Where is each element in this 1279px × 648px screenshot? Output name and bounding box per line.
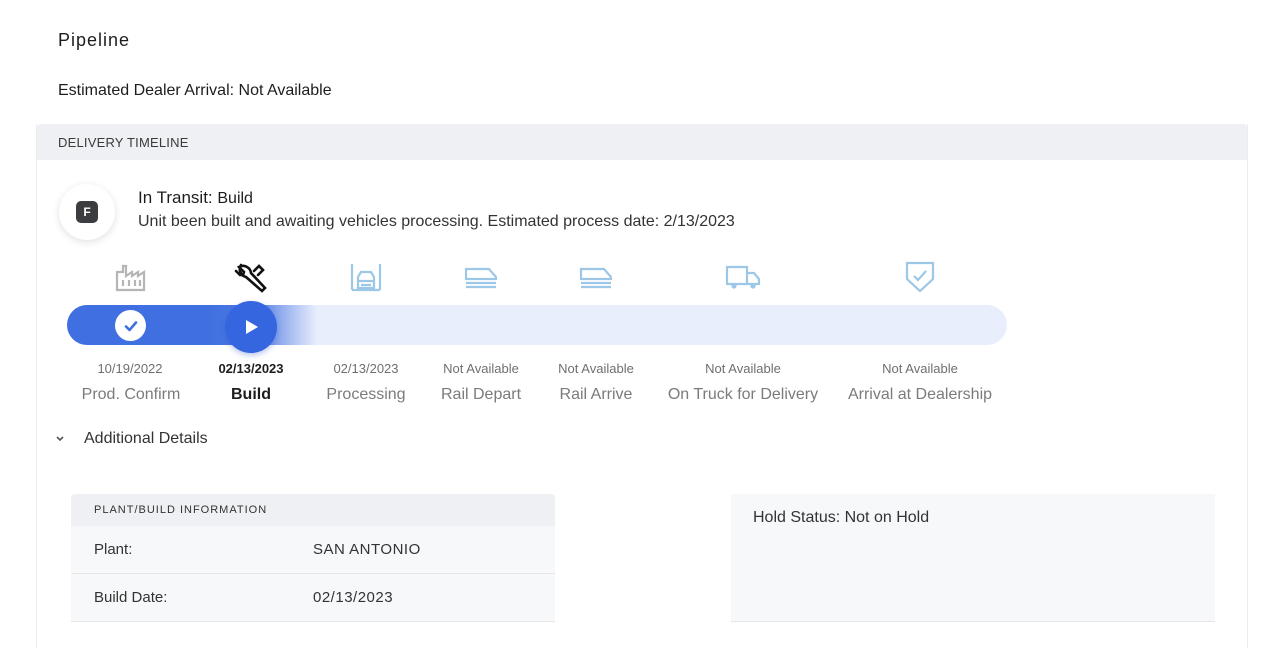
build-date-value: 02/13/2023	[313, 589, 394, 606]
chevron-down-icon	[53, 435, 67, 443]
additional-details-toggle[interactable]: Additional Details	[53, 430, 208, 448]
status-title: In Transit: Build	[138, 188, 253, 208]
truck-icon	[723, 260, 763, 294]
plant-row: Plant: SAN ANTONIO	[71, 526, 555, 574]
progress-track	[67, 305, 1007, 345]
factory-icon	[111, 260, 151, 294]
plant-build-information-header: PLANT/BUILD INFORMATION	[71, 494, 555, 526]
additional-details-label: Additional Details	[84, 430, 208, 447]
step-date-on-truck: Not Available	[705, 361, 781, 376]
status-avatar-letter: F	[76, 201, 98, 223]
status-title-sub: Build	[217, 190, 253, 207]
play-icon	[246, 320, 258, 334]
plant-value: SAN ANTONIO	[313, 541, 421, 558]
rail-depart-icon	[461, 260, 501, 294]
check-icon	[124, 320, 137, 331]
status-title-main: In Transit:	[138, 188, 213, 207]
delivery-timeline-header: DELIVERY TIMELINE	[37, 124, 1247, 160]
hold-status-panel: Hold Status: Not on Hold	[731, 494, 1215, 622]
rail-arrive-icon	[576, 260, 616, 294]
progress-fill	[67, 305, 317, 345]
plant-build-information-panel: PLANT/BUILD INFORMATION Plant: SAN ANTON…	[71, 494, 555, 622]
plant-key: Plant:	[94, 541, 133, 558]
delivery-timeline-card: DELIVERY TIMELINE F In Transit: Build Un…	[36, 124, 1248, 648]
step-label-on-truck: On Truck for Delivery	[667, 386, 819, 403]
hold-status-text: Hold Status: Not on Hold	[753, 509, 930, 526]
step-label-arrival: Arrival at Dealership	[847, 386, 993, 403]
status-description: Unit been built and awaiting vehicles pr…	[138, 213, 735, 230]
build-date-row: Build Date: 02/13/2023	[71, 574, 555, 622]
shield-check-icon	[900, 260, 940, 294]
estimated-dealer-arrival: Estimated Dealer Arrival: Not Available	[58, 82, 332, 99]
status-avatar: F	[59, 184, 115, 240]
page-title: Pipeline	[58, 30, 131, 50]
wrench-icon	[231, 260, 271, 294]
step-complete-marker	[115, 310, 146, 341]
step-current-marker	[225, 301, 277, 353]
build-date-key: Build Date:	[94, 589, 168, 606]
processing-icon	[346, 260, 386, 294]
step-date-arrival: Not Available	[882, 361, 958, 376]
